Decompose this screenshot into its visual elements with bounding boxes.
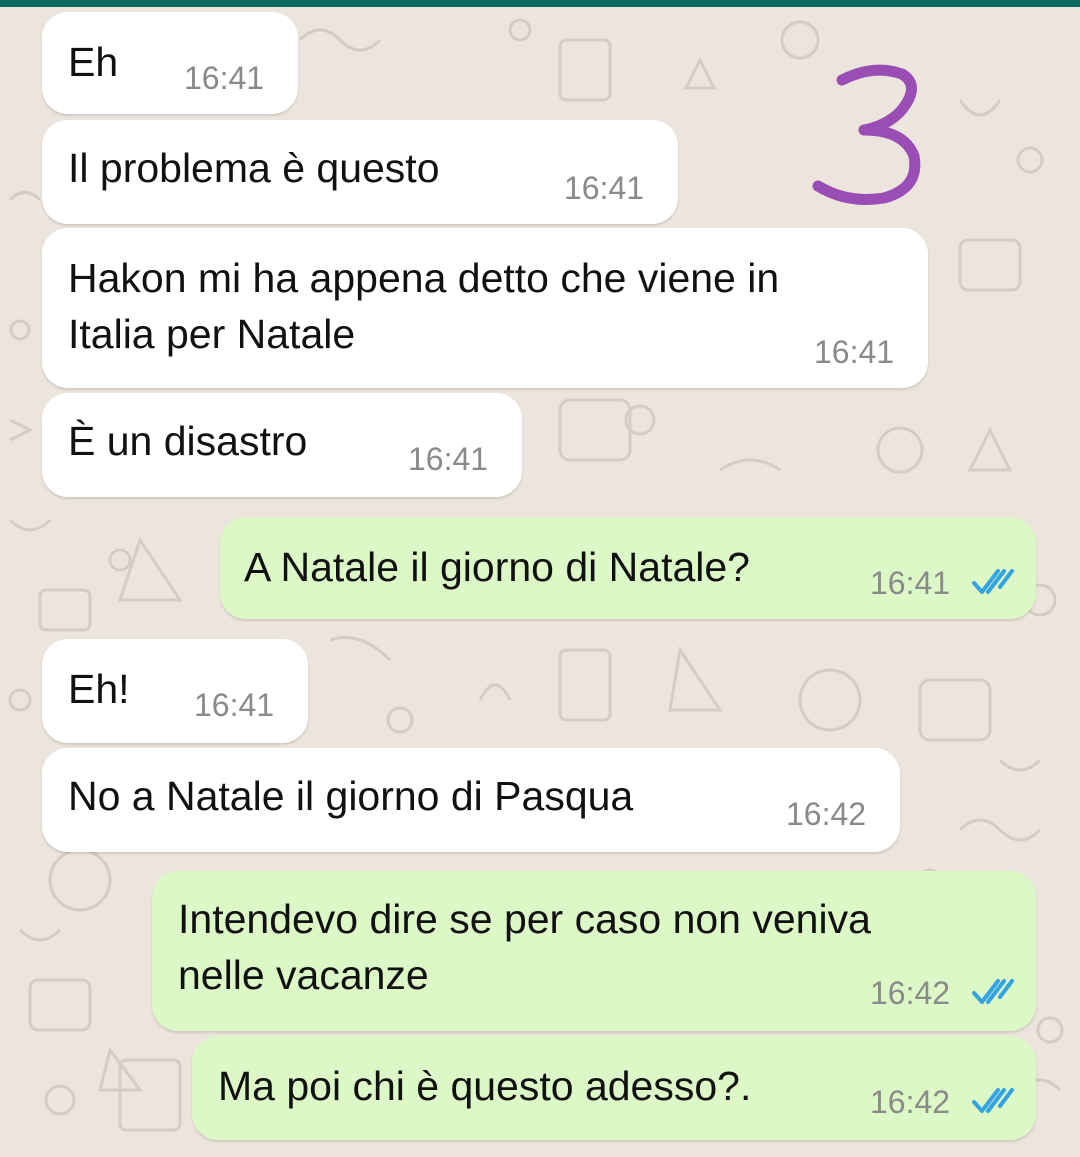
message-bubble-incoming[interactable]: No a Natale il giorno di Pasqua 16:42 [42,748,900,852]
message-bubble-incoming[interactable]: È un disastro 16:41 [42,393,522,497]
message-text: No a Natale il giorno di Pasqua [68,773,634,819]
message-text-line: Italia per Natale [68,311,356,357]
message-timestamp: 16:41 [564,170,645,206]
double-check-icon [972,1088,1014,1113]
message-text-line: Intendevo dire se per caso non veniva [178,896,871,942]
message-bubble-outgoing[interactable]: Intendevo dire se per caso non veniva ne… [152,871,1036,1031]
double-check-icon [972,569,1014,594]
message-text: Ma poi chi è questo adesso?. [218,1063,752,1109]
message-text: È un disastro [68,418,308,464]
message-timestamp: 16:41 [814,334,895,370]
message-bubble-outgoing[interactable]: A Natale il giorno di Natale? 16:41 [220,517,1036,619]
message-text-line: Hakon mi ha appena detto che viene in [68,255,780,301]
message-bubble-incoming[interactable]: Eh! 16:41 [42,639,308,743]
message-timestamp: 16:42 [870,1084,951,1120]
message-timestamp: 16:42 [870,975,951,1011]
handwritten-number-annotation [812,64,921,205]
message-timestamp: 16:41 [408,441,489,477]
message-timestamp: 16:41 [870,565,951,601]
message-bubble-incoming[interactable]: Hakon mi ha appena detto che viene in It… [42,228,928,388]
message-timestamp: 16:41 [184,60,265,96]
message-text: Eh! [68,666,130,712]
message-text: Eh [68,39,119,85]
message-bubble-outgoing[interactable]: Ma poi chi è questo adesso?. 16:42 [192,1036,1036,1140]
double-check-icon [972,979,1014,1004]
message-text-line: nelle vacanze [178,952,429,998]
message-text: Il problema è questo [68,145,440,191]
message-bubble-incoming[interactable]: Il problema è questo 16:41 [42,120,678,224]
message-timestamp: 16:42 [786,796,867,832]
message-bubble-incoming[interactable]: Eh 16:41 [42,12,298,114]
message-timestamp: 16:41 [194,687,275,723]
message-text: A Natale il giorno di Natale? [244,544,750,590]
